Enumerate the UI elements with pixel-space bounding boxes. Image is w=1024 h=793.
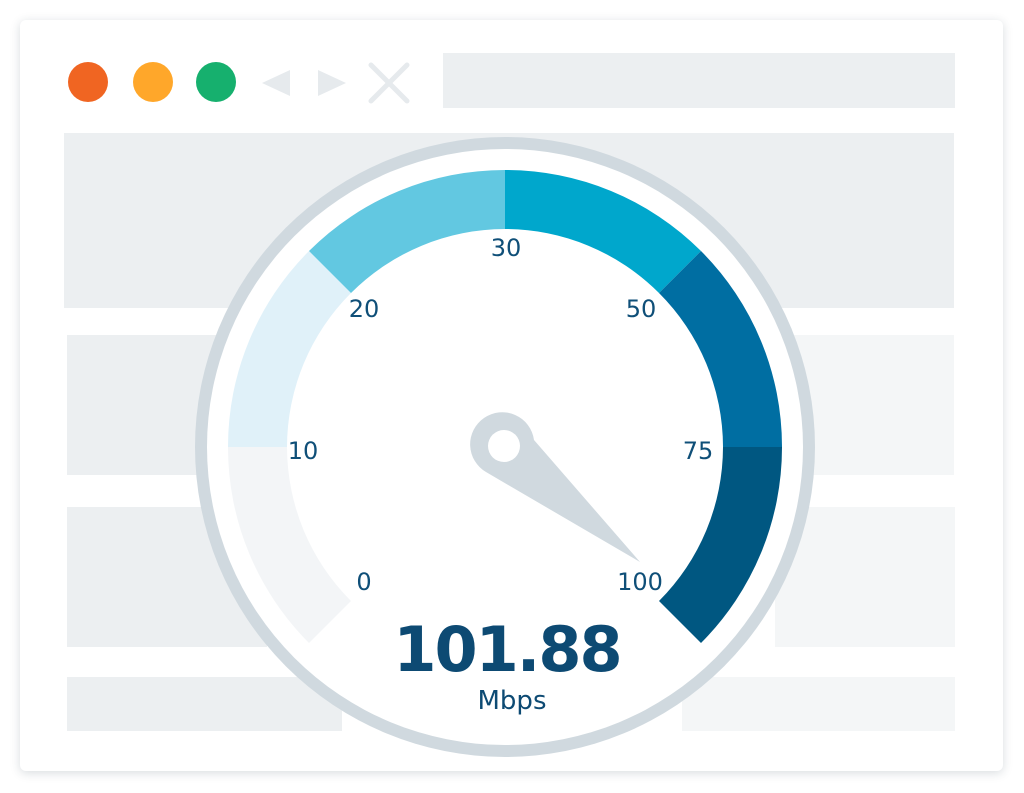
gauge-needle-hub: [488, 430, 520, 462]
gauge-tick-20: 20: [349, 295, 380, 323]
speed-value: 101.88: [393, 613, 620, 686]
gauge-tick-75: 75: [683, 437, 714, 465]
speedometer-gauge: 0 10 20 30 50 75 100 101.88 Mbps: [195, 137, 815, 757]
gauge-tick-10: 10: [288, 437, 319, 465]
speed-unit: Mbps: [478, 686, 547, 716]
gauge-tick-30: 30: [491, 234, 522, 262]
gauge-tick-100: 100: [617, 568, 663, 596]
gauge-tick-0: 0: [356, 568, 371, 596]
gauge-tick-50: 50: [626, 295, 657, 323]
